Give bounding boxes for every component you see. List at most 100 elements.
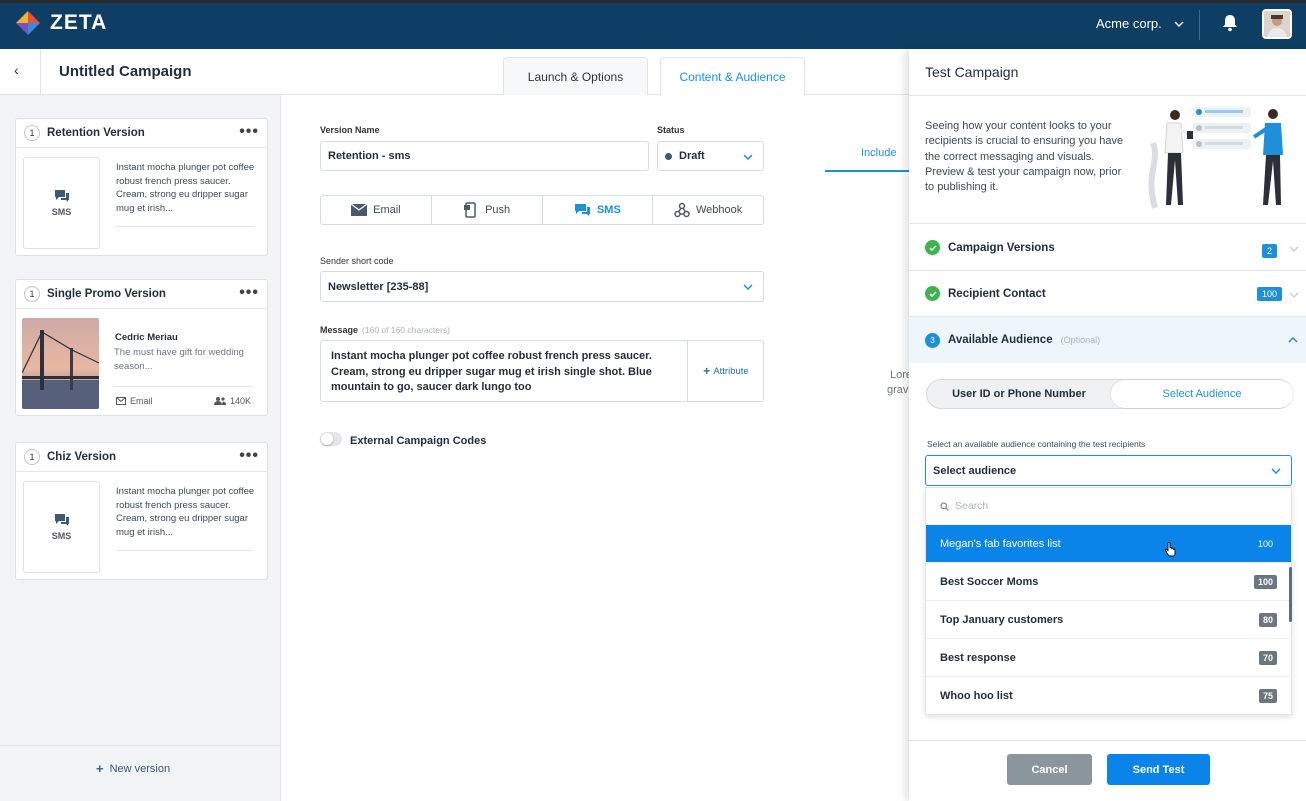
page-title: Untitled Campaign: [59, 63, 192, 80]
channel-selector: Email Push SMS Webhook: [320, 195, 764, 225]
email-icon: [351, 204, 368, 216]
version-card-retention[interactable]: 1 Retention Version ••• SMS Instant moch…: [15, 118, 268, 256]
audience-option[interactable]: Whoo hoo list 75: [926, 677, 1291, 714]
audience-name: Best Soccer Moms: [940, 575, 1039, 588]
chevron-down-icon: [1174, 20, 1184, 27]
account-name: Acme corp.: [1096, 16, 1162, 31]
version-preview-text: Instant mocha plunger pot coffee robust …: [116, 486, 255, 538]
channel-label: SMS: [596, 204, 621, 216]
audience-count-badge: 80: [1258, 612, 1277, 627]
message-label-row: Message (160 of 160 characters): [320, 325, 450, 335]
audience-option[interactable]: Top January customers 80: [926, 601, 1291, 639]
audience-search[interactable]: Search: [926, 488, 1291, 525]
tab-content-audience[interactable]: Content & Audience: [660, 57, 805, 96]
channel-label: SMS: [51, 531, 72, 541]
external-codes-toggle[interactable]: [320, 432, 342, 446]
chat-icon: [574, 204, 590, 216]
count-value: 140K: [230, 396, 252, 406]
step-recipient-contact[interactable]: Recipient Contact: [909, 271, 1306, 317]
version-title: Retention Version: [47, 127, 145, 139]
channel-email[interactable]: Email: [321, 196, 432, 224]
mode-user-id[interactable]: User ID or Phone Number: [927, 380, 1111, 408]
chat-icon: [54, 190, 69, 202]
divider: [40, 49, 41, 95]
message-textarea[interactable]: Instant mocha plunger pot coffee robust …: [320, 340, 764, 402]
zeta-logo[interactable]: ZETA: [14, 9, 107, 37]
chevron-up-icon: [1288, 337, 1298, 343]
dropdown-scrollbar[interactable]: [1289, 567, 1292, 622]
channel-webhook[interactable]: Webhook: [653, 196, 763, 224]
step-available-audience[interactable]: 3 Available Audience (Optional): [909, 317, 1306, 363]
version-name-label: Version Name: [320, 125, 380, 135]
status-value: Draft: [679, 150, 705, 162]
sender-short-code-select[interactable]: Newsletter [235-88]: [320, 271, 764, 302]
step-campaign-versions[interactable]: Campaign Versions: [909, 225, 1306, 271]
divider: [909, 740, 1306, 741]
external-codes-label: External Campaign Codes: [350, 435, 487, 447]
audience-count: 140K: [214, 396, 251, 406]
tab-launch-options[interactable]: Launch & Options: [503, 57, 648, 95]
version-card-header: 1 Single Promo Version: [16, 280, 267, 309]
divider: [0, 745, 281, 746]
more-options-icon[interactable]: •••: [239, 447, 259, 465]
version-card-header: 1 Retention Version: [16, 119, 267, 148]
version-number: 1: [24, 125, 40, 141]
brand-name: ZETA: [50, 11, 108, 34]
version-card-header: 1 Chiz Version: [16, 443, 267, 472]
email-icon: [116, 397, 126, 405]
audience-option[interactable]: Best response 70: [926, 639, 1291, 677]
cancel-button[interactable]: Cancel: [1007, 754, 1092, 785]
audience-count-badge: 70: [1258, 650, 1277, 665]
plus-icon: +: [96, 761, 104, 776]
channel-push[interactable]: Push: [432, 196, 543, 224]
more-options-icon[interactable]: •••: [239, 284, 259, 302]
webhook-icon: [674, 202, 690, 218]
chevron-down-icon: [1289, 292, 1299, 298]
include-tab[interactable]: Include: [861, 147, 896, 159]
account-switcher[interactable]: Acme corp.: [1096, 16, 1184, 31]
search-icon: [940, 501, 949, 511]
count-badge: 2: [1262, 244, 1277, 258]
audience-name: Best response: [940, 651, 1016, 664]
version-card-chiz[interactable]: 1 Chiz Version ••• SMS Instant mocha plu…: [15, 442, 268, 580]
chevron-down-icon: [1271, 468, 1281, 474]
sender-label: Sender short code: [320, 256, 394, 266]
version-name-input[interactable]: Retention - sms: [320, 141, 649, 171]
new-version-label: New version: [109, 762, 171, 775]
chevron-down-icon: [1289, 246, 1299, 252]
audience-option[interactable]: Best Soccer Moms 100: [926, 563, 1291, 601]
audience-count-badge: 100: [1257, 538, 1273, 549]
audience-name: Top January customers: [940, 613, 1064, 626]
bell-icon[interactable]: [1222, 14, 1238, 35]
select-hint: Select an available audience containing …: [927, 439, 1146, 449]
back-icon[interactable]: ‹: [14, 62, 19, 78]
channel-label: Push: [485, 204, 511, 216]
new-version-button[interactable]: + New version: [96, 761, 170, 776]
channel-label: Email: [130, 396, 153, 406]
channel-sms[interactable]: SMS: [543, 196, 654, 224]
bridge-thumbnail: [22, 318, 99, 409]
divider: [116, 226, 254, 227]
audience-dropdown: Search Megan's fab favorites list 100 Be…: [925, 487, 1292, 715]
version-preview-text: The must have gift for wedding season...: [114, 347, 244, 372]
audience-option[interactable]: Megan's fab favorites list 100: [926, 525, 1291, 563]
drawer-title: Test Campaign: [925, 64, 1019, 80]
channel-label: Email: [373, 204, 401, 216]
version-card-single-promo[interactable]: 1 Single Promo Version ••• Cedric Meriau…: [15, 279, 268, 416]
status-dot-icon: [665, 152, 672, 160]
attribute-label: Attribute: [713, 365, 749, 377]
status-select[interactable]: Draft: [657, 141, 764, 171]
avatar[interactable]: [1262, 9, 1292, 39]
send-test-button[interactable]: Send Test: [1107, 754, 1210, 785]
audience-select[interactable]: Select audience: [925, 455, 1292, 486]
test-preview-illustration: [1135, 103, 1295, 216]
version-title: Chiz Version: [47, 451, 117, 463]
more-options-icon[interactable]: •••: [239, 123, 259, 141]
divider: [1199, 10, 1200, 40]
step-label: Recipient Contact: [948, 287, 1046, 300]
divider: [116, 550, 254, 551]
add-attribute-button[interactable]: + Attribute: [687, 341, 764, 401]
search-placeholder: Search: [955, 500, 989, 512]
mode-select-audience[interactable]: Select Audience: [1111, 380, 1293, 408]
divider: [114, 386, 252, 387]
